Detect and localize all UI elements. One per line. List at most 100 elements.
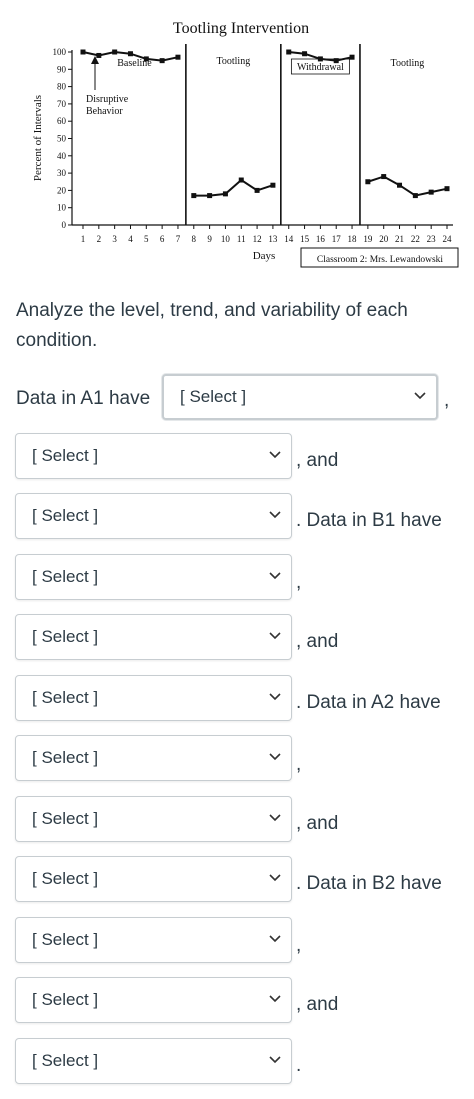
data-point	[428, 189, 434, 195]
data-point	[270, 182, 276, 188]
x-tick-label: 21	[395, 234, 404, 244]
text-and: , and	[296, 450, 339, 471]
x-tick-label: 13	[268, 234, 278, 244]
x-tick-label: 12	[253, 234, 262, 244]
series-line	[193, 178, 274, 197]
data-point	[412, 193, 418, 199]
annotation-text: Behavior	[86, 106, 123, 117]
data-point	[381, 174, 387, 180]
data-point	[349, 54, 355, 60]
text-comma: ,	[296, 935, 302, 956]
phase-label: Tootling	[391, 58, 425, 69]
data-point	[143, 56, 149, 62]
x-tick-label: 6	[160, 234, 165, 244]
select-a1-variability-value: [ Select ]	[32, 506, 99, 525]
series-line	[367, 175, 448, 197]
annotation-text: Disruptive	[86, 94, 129, 105]
data-point	[254, 187, 260, 193]
x-tick-label: 20	[379, 234, 389, 244]
select-b1-variability-value: [ Select ]	[32, 688, 99, 707]
data-point	[127, 51, 133, 57]
select-a2-variability[interactable]: [ Select ]	[15, 856, 292, 902]
text-data-in-b1: . Data in B1 have	[296, 510, 442, 531]
text-data-in-a1: Data in A1 have	[16, 388, 151, 409]
x-tick-label: 16	[316, 234, 326, 244]
chevron-down-icon	[269, 753, 281, 761]
select-a2-level[interactable]: [ Select ]	[15, 735, 292, 781]
chevron-down-icon	[414, 392, 426, 400]
select-a2-variability-value: [ Select ]	[32, 869, 99, 888]
select-b2-trend-value: [ Select ]	[32, 990, 99, 1009]
select-b1-trend[interactable]: [ Select ]	[15, 614, 292, 660]
data-point	[302, 51, 308, 57]
select-b1-variability[interactable]: [ Select ]	[15, 675, 292, 721]
y-tick-label: 40	[57, 151, 67, 161]
y-tick-label: 90	[57, 64, 67, 74]
y-tick-label: 0	[62, 220, 67, 230]
chevron-down-icon	[269, 814, 281, 822]
select-a2-trend-value: [ Select ]	[32, 809, 99, 828]
select-a1-trend[interactable]: [ Select ]	[15, 433, 292, 479]
chevron-down-icon	[269, 995, 281, 1003]
select-a1-level[interactable]: [ Select ]	[162, 374, 438, 420]
x-tick-label: 22	[411, 234, 420, 244]
data-point	[238, 177, 244, 183]
phase-label: Withdrawal	[297, 62, 344, 73]
select-b2-trend[interactable]: [ Select ]	[15, 977, 292, 1023]
x-tick-label: 4	[128, 234, 133, 244]
x-tick-label: 9	[207, 234, 212, 244]
chevron-down-icon	[269, 511, 281, 519]
select-a2-trend[interactable]: [ Select ]	[15, 796, 292, 842]
select-b2-level[interactable]: [ Select ]	[15, 917, 292, 963]
y-tick-label: 10	[57, 203, 67, 213]
x-tick-label: 11	[237, 234, 246, 244]
select-b2-level-value: [ Select ]	[32, 930, 99, 949]
select-a2-level-value: [ Select ]	[32, 748, 99, 767]
select-a1-variability[interactable]: [ Select ]	[15, 493, 292, 539]
y-axis-label: Percent of Intervals	[32, 95, 44, 181]
x-axis-label: Days	[253, 250, 276, 262]
chevron-down-icon	[269, 1056, 281, 1064]
data-point	[397, 182, 403, 188]
x-tick-label: 1	[81, 234, 86, 244]
x-tick-label: 19	[363, 234, 373, 244]
data-point	[175, 54, 181, 60]
y-tick-label: 100	[53, 47, 67, 57]
data-point	[112, 49, 118, 55]
select-a1-level-value: [ Select ]	[180, 387, 247, 406]
phase-label: Tootling	[216, 56, 250, 67]
x-tick-label: 23	[427, 234, 437, 244]
y-tick-label: 70	[57, 99, 67, 109]
data-point	[96, 52, 102, 58]
data-point	[191, 193, 197, 199]
x-tick-label: 24	[443, 234, 453, 244]
data-point	[222, 191, 228, 197]
text-comma: ,	[296, 754, 302, 775]
select-a1-trend-value: [ Select ]	[32, 446, 99, 465]
data-point	[333, 58, 339, 64]
y-tick-label: 50	[57, 134, 67, 144]
y-tick-label: 80	[57, 82, 67, 92]
chevron-down-icon	[269, 874, 281, 882]
text-and: , and	[296, 994, 339, 1015]
text-and: , and	[296, 631, 339, 652]
chart-title: Tootling Intervention	[173, 20, 309, 37]
chevron-down-icon	[269, 632, 281, 640]
x-tick-label: 10	[221, 234, 231, 244]
x-tick-label: 14	[284, 234, 294, 244]
chart-svg: Tootling Intervention 0 10 20 30 40 50 60 70 80 90…	[32, 20, 459, 268]
select-b1-level-value: [ Select ]	[32, 567, 99, 586]
x-tick-label: 17	[332, 234, 342, 244]
select-b1-level[interactable]: [ Select ]	[15, 554, 292, 600]
text-comma: ,	[444, 390, 450, 411]
data-point	[80, 49, 86, 55]
question-prompt: Analyze the level, trend, and variabilit…	[16, 300, 408, 351]
x-tick-label: 18	[348, 234, 358, 244]
chevron-down-icon	[269, 693, 281, 701]
x-tick-label: 5	[144, 234, 149, 244]
select-b2-variability[interactable]: [ Select ]	[15, 1038, 292, 1084]
text-data-in-b2: . Data in B2 have	[296, 873, 442, 894]
x-tick-label: 3	[112, 234, 117, 244]
text-period: .	[296, 1055, 302, 1076]
y-tick-label: 20	[57, 185, 67, 195]
